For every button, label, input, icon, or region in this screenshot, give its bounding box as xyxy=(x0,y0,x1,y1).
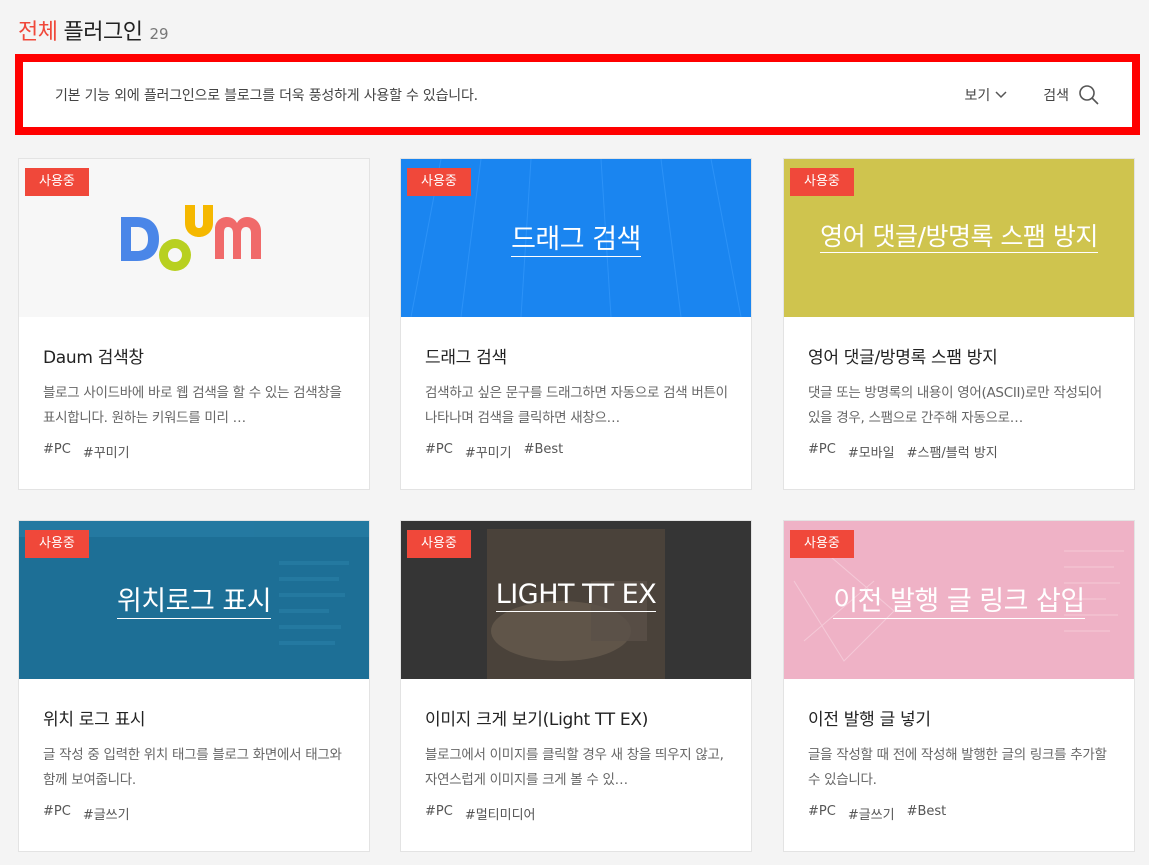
plugin-count: 29 xyxy=(149,25,169,43)
in-use-badge: 사용중 xyxy=(790,530,854,558)
plugin-thumbnail: 사용중 위치로그 표시 xyxy=(19,521,369,679)
thumbnail-title: LIGHT TT EX xyxy=(495,579,657,612)
in-use-badge: 사용중 xyxy=(407,168,471,196)
tag-pc[interactable]: #PC xyxy=(808,804,836,823)
tag-pc[interactable]: #PC xyxy=(43,804,71,823)
plugin-name: 영어 댓글/방명록 스팸 방지 xyxy=(808,348,998,368)
tag-best[interactable]: #Best xyxy=(907,804,947,823)
in-use-badge: 사용중 xyxy=(25,530,89,558)
page-title-accent: 전체 xyxy=(18,20,58,45)
thumbnail-title: 드래그 검색 xyxy=(511,224,641,257)
plugin-thumbnail: 사용중 드래그 검색 xyxy=(401,159,751,317)
plugin-name: Daum 검색창 xyxy=(43,348,144,368)
plugin-card-spam-block[interactable]: 사용중 영어 댓글/방명록 스팸 방지 영어 댓글/방명록 스팸 방지 댓글 또… xyxy=(783,158,1135,490)
in-use-badge: 사용중 xyxy=(790,168,854,196)
tag-pc[interactable]: #PC xyxy=(808,442,836,461)
daum-logo xyxy=(121,205,261,271)
thumbnail-title: 영어 댓글/방명록 스팸 방지 xyxy=(820,222,1098,253)
notice-text: 기본 기능 외에 플러그인으로 블로그를 더욱 풍성하게 사용할 수 있습니다. xyxy=(55,87,478,104)
tag-pc[interactable]: #PC xyxy=(43,442,71,461)
tag-mobile[interactable]: #모바일 xyxy=(848,442,895,461)
tag-pc[interactable]: #PC xyxy=(425,442,453,461)
plugin-thumbnail: 사용중 이전 발행 글 링크 삽입 xyxy=(784,521,1134,679)
plugin-tags: #PC #꾸미기 #Best xyxy=(425,442,563,461)
plugin-description: 글을 작성할 때 전에 작성해 발행한 글의 링크를 추가할 수 있습니다. xyxy=(808,747,1107,788)
plugin-description: 블로그에서 이미지를 클릭할 경우 새 창을 띄우지 않고, 자연스럽게 이미지… xyxy=(425,747,724,788)
plugin-description: 검색하고 싶은 문구를 드래그하면 자동으로 검색 버튼이 나타나며 검색을 클… xyxy=(425,385,728,426)
page-title: 전체 플러그인 29 xyxy=(18,14,169,48)
plugin-tags: #PC #꾸미기 xyxy=(43,442,130,461)
plugin-tags: #PC #글쓰기 #Best xyxy=(808,804,946,823)
plugin-name: 이전 발행 글 넣기 xyxy=(808,710,931,730)
plugin-card-previous-post-link[interactable]: 사용중 이전 발행 글 링크 삽입 이전 발행 글 넣기 글을 작성할 때 전에… xyxy=(783,520,1135,852)
search-button[interactable]: 검색 xyxy=(1043,84,1100,106)
plugin-card-drag-search[interactable]: 사용중 드래그 검색 드래그 검색 검색하고 싶은 문구를 드래그하면 자동으로… xyxy=(400,158,752,490)
tag-best[interactable]: #Best xyxy=(524,442,564,461)
plugin-tags: #PC #글쓰기 xyxy=(43,804,130,823)
tag-pc[interactable]: #PC xyxy=(425,804,453,823)
thumbnail-title: 이전 발행 글 링크 삽입 xyxy=(833,586,1085,619)
plugin-tags: #PC #모바일 #스팸/블럭 방지 xyxy=(808,442,998,461)
tag-multimedia[interactable]: #멀티미디어 xyxy=(465,804,536,823)
plugin-card-light-tt-ex[interactable]: 사용중 LIGHT TT EX 이미지 크게 보기(Light TT EX) 블… xyxy=(400,520,752,852)
plugin-description: 블로그 사이드바에 바로 웹 검색을 할 수 있는 검색창을 표시합니다. 원하… xyxy=(43,385,342,426)
search-icon xyxy=(1079,84,1099,105)
tag-spam-block[interactable]: #스팸/블럭 방지 xyxy=(907,442,998,461)
view-label: 보기 xyxy=(964,87,991,104)
page-title-main: 플러그인 xyxy=(63,20,143,45)
plugin-thumbnail: 사용중 LIGHT TT EX xyxy=(401,521,751,679)
tag-decorate[interactable]: #꾸미기 xyxy=(83,442,130,461)
plugin-card-daum-search[interactable]: 사용중 Daum 검색창 블로그 사이드바에 바로 웹 검색을 할 수 있는 검… xyxy=(18,158,370,490)
in-use-badge: 사용중 xyxy=(407,530,471,558)
notice-bar: 기본 기능 외에 플러그인으로 블로그를 더욱 풍성하게 사용할 수 있습니다.… xyxy=(15,54,1140,135)
plugin-thumbnail: 사용중 xyxy=(19,159,369,317)
thumbnail-title: 위치로그 표시 xyxy=(116,586,272,619)
search-label: 검색 xyxy=(1043,87,1069,104)
plugin-description: 글 작성 중 입력한 위치 태그를 블로그 화면에서 태그와 함께 보여줍니다. xyxy=(43,747,342,788)
plugin-tags: #PC #멀티미디어 xyxy=(425,804,536,823)
tag-decorate[interactable]: #꾸미기 xyxy=(465,442,512,461)
in-use-badge: 사용중 xyxy=(25,168,89,196)
plugin-card-location-log[interactable]: 사용중 위치로그 표시 위치 로그 표시 글 작성 중 입력한 위치 태그를 블… xyxy=(18,520,370,852)
plugin-description: 댓글 또는 방명록의 내용이 영어(ASCII)로만 작성되어 있을 경우, 스… xyxy=(808,385,1102,426)
plugin-name: 위치 로그 표시 xyxy=(43,710,146,730)
view-dropdown-button[interactable]: 보기 xyxy=(964,85,1007,105)
chevron-down-icon xyxy=(995,90,1007,98)
plugin-name: 이미지 크게 보기(Light TT EX) xyxy=(425,710,649,730)
plugin-name: 드래그 검색 xyxy=(425,348,507,368)
plugin-thumbnail: 사용중 영어 댓글/방명록 스팸 방지 xyxy=(784,159,1134,317)
tag-writing[interactable]: #글쓰기 xyxy=(848,804,895,823)
tag-writing[interactable]: #글쓰기 xyxy=(83,804,130,823)
